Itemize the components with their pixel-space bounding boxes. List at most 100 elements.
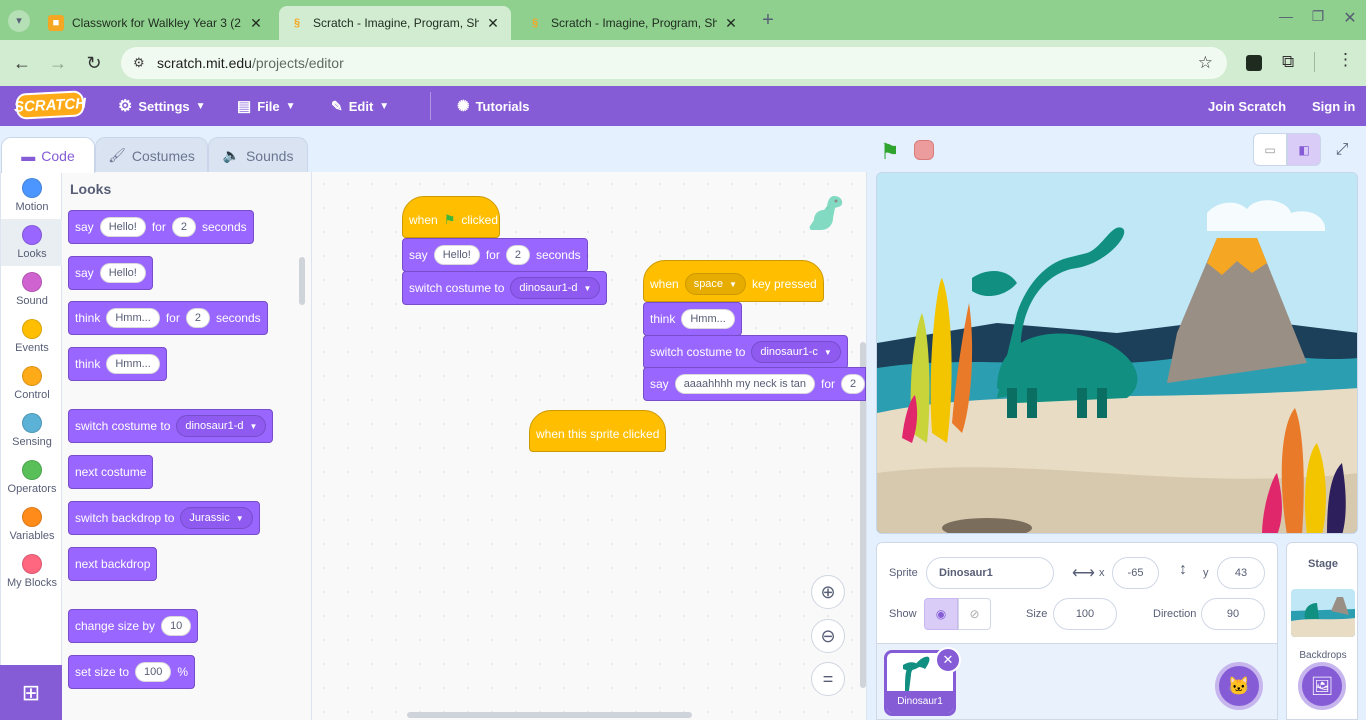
green-flag-icon[interactable]: ⚑ <box>880 139 900 165</box>
script-block-switch-costume[interactable]: switch costume to dinosaur1-c ▼ <box>643 335 848 369</box>
show-sprite-button[interactable]: ◉ <box>924 598 958 630</box>
close-tab-icon[interactable]: ✕ <box>723 15 739 32</box>
block-say-for-secs[interactable]: say Hello! for 2 seconds <box>68 210 254 244</box>
hat-when-flag-clicked[interactable]: when ⚑ clicked <box>402 196 500 238</box>
forward-icon[interactable]: → <box>46 52 70 74</box>
stage-canvas[interactable] <box>876 172 1358 534</box>
reload-icon[interactable]: ↻ <box>82 52 106 74</box>
block-change-size[interactable]: change size by 10 <box>68 609 199 643</box>
script-horizontal-scrollbar[interactable] <box>407 712 692 718</box>
tab-costumes[interactable]: 🖌 Costumes <box>95 137 208 173</box>
zoom-out-button[interactable]: ⊖ <box>811 619 845 653</box>
script-block-say-for-secs[interactable]: say Hello! for 2 seconds <box>402 238 588 272</box>
block-set-size[interactable]: set size to 100% <box>68 655 196 689</box>
block-next-costume[interactable]: next costume <box>68 455 154 489</box>
direction-input[interactable]: 90 <box>1201 598 1265 630</box>
scratch-logo[interactable]: SCRATCH <box>13 90 87 120</box>
size-change-input[interactable]: 10 <box>161 616 192 636</box>
close-tab-icon[interactable]: ✕ <box>248 15 264 32</box>
size-input[interactable]: 100 <box>135 662 172 682</box>
message-input[interactable]: Hello! <box>433 245 480 265</box>
delete-sprite-button[interactable]: ✕ <box>935 647 961 673</box>
size-input[interactable]: 100 <box>1053 598 1117 630</box>
stop-icon[interactable] <box>914 140 934 160</box>
zoom-reset-button[interactable]: = <box>811 662 845 696</box>
large-stage-button[interactable]: ◧ <box>1287 133 1321 166</box>
sign-in-button[interactable]: Sign in <box>1312 86 1355 126</box>
seconds-input[interactable]: 2 <box>185 308 210 328</box>
zoom-in-button[interactable]: ⊕ <box>811 575 845 609</box>
small-stage-button[interactable]: ▭ <box>1253 133 1287 166</box>
new-tab-icon[interactable]: + <box>758 9 778 31</box>
bookmark-star-icon[interactable]: ☆ <box>1198 53 1213 73</box>
costume-dropdown[interactable]: dinosaur1-c ▼ <box>751 341 841 363</box>
browser-tab-scratch-active[interactable]: § Scratch - Imagine, Program, Sh ✕ <box>279 6 511 40</box>
palette-scrollbar[interactable] <box>299 257 305 305</box>
block-think-for-secs[interactable]: think Hmm... for 2 seconds <box>68 301 268 335</box>
message-input[interactable]: Hmm... <box>106 308 160 328</box>
browser-tab-scratch[interactable]: § Scratch - Imagine, Program, Sh ✕ <box>517 6 749 40</box>
category-looks[interactable]: Looks <box>1 219 63 266</box>
hat-when-key-pressed[interactable]: when space ▼ key pressed <box>643 260 824 302</box>
backdrop-dropdown[interactable]: Jurassic ▼ <box>180 507 253 529</box>
settings-menu[interactable]: ⚙ Settings ▼ <box>118 86 206 126</box>
restore-icon[interactable]: ❐ <box>1308 8 1328 25</box>
key-dropdown[interactable]: space ▼ <box>684 273 746 295</box>
message-input[interactable]: Hello! <box>99 263 146 283</box>
message-input[interactable]: aaaahhhh my neck is tan <box>674 374 815 394</box>
file-menu[interactable]: ▤ File ▼ <box>237 86 296 126</box>
address-bar[interactable]: ⚙ scratch.mit.edu/projects/editor ☆ <box>121 47 1227 79</box>
seconds-input[interactable]: 2 <box>171 217 196 237</box>
x-position-input[interactable]: -65 <box>1112 557 1159 589</box>
category-sensing[interactable]: Sensing <box>1 407 63 454</box>
script-block-think[interactable]: think Hmm... <box>643 302 742 336</box>
add-extension-button[interactable]: ⊞ <box>0 665 62 720</box>
category-operators[interactable]: Operators <box>1 454 63 501</box>
block-switch-costume[interactable]: switch costume to dinosaur1-d ▼ <box>68 409 274 443</box>
hat-when-sprite-clicked[interactable]: when this sprite clicked <box>529 410 667 452</box>
extensions-puzzle-icon[interactable]: ⧉ <box>1282 52 1294 72</box>
site-info-icon[interactable]: ⚙ <box>133 55 145 71</box>
block-next-backdrop[interactable]: next backdrop <box>68 547 158 581</box>
message-input[interactable]: Hmm... <box>106 354 160 374</box>
block-text: say <box>75 220 94 234</box>
category-variables[interactable]: Variables <box>1 501 63 548</box>
sprite-name-input[interactable]: Dinosaur1 <box>926 557 1054 589</box>
edit-menu[interactable]: ✎ Edit ▼ <box>331 86 389 126</box>
browser-tab-classwork[interactable]: ■ Classwork for Walkley Year 3 (2 ✕ <box>38 6 274 40</box>
tab-sounds[interactable]: 🔈 Sounds <box>208 137 308 173</box>
tab-code[interactable]: ▬ Code <box>1 137 95 173</box>
costume-dropdown[interactable]: dinosaur1-d ▼ <box>176 415 267 437</box>
tab-search-chevron-icon[interactable]: ▾ <box>8 10 30 32</box>
block-say[interactable]: say Hello! <box>68 256 153 290</box>
extension-icon[interactable] <box>1246 55 1262 71</box>
costume-dropdown[interactable]: dinosaur1-d ▼ <box>510 277 601 299</box>
logo-text: SCRATCH <box>13 94 87 116</box>
seconds-input[interactable]: 2 <box>505 245 530 265</box>
message-input[interactable]: Hmm... <box>681 309 735 329</box>
tutorials-button[interactable]: ✺ Tutorials <box>457 86 530 126</box>
script-block-switch-costume[interactable]: switch costume to dinosaur1-d ▼ <box>402 271 608 305</box>
seconds-input[interactable]: 2 <box>841 374 865 394</box>
join-scratch-button[interactable]: Join Scratch <box>1208 86 1286 126</box>
close-tab-icon[interactable]: ✕ <box>485 15 501 32</box>
category-motion[interactable]: Motion <box>1 172 63 219</box>
category-events[interactable]: Events <box>1 313 63 360</box>
back-icon[interactable]: ← <box>10 52 34 74</box>
backdrop-thumbnail[interactable] <box>1291 589 1355 637</box>
script-block-say-for-secs[interactable]: say aaaahhhh my neck is tan for 2 <box>643 367 866 401</box>
close-window-icon[interactable]: ✕ <box>1340 8 1360 28</box>
more-menu-icon[interactable]: ⋮ <box>1337 50 1354 70</box>
block-switch-backdrop[interactable]: switch backdrop to Jurassic ▼ <box>68 501 260 535</box>
minimize-icon[interactable]: — <box>1276 8 1296 24</box>
message-input[interactable]: Hello! <box>99 217 146 237</box>
category-control[interactable]: Control <box>1 360 63 407</box>
category-sound[interactable]: Sound <box>1 266 63 313</box>
choose-sprite-button[interactable]: 🐱 <box>1215 662 1263 710</box>
block-think[interactable]: think Hmm... <box>68 347 167 381</box>
category-my-blocks[interactable]: My Blocks <box>1 548 63 595</box>
y-position-input[interactable]: 43 <box>1217 557 1265 589</box>
hide-sprite-button[interactable]: ⊘ <box>958 598 991 630</box>
choose-backdrop-button[interactable]: 🖼 <box>1298 662 1346 710</box>
fullscreen-button[interactable]: ⤢ <box>1327 133 1357 166</box>
